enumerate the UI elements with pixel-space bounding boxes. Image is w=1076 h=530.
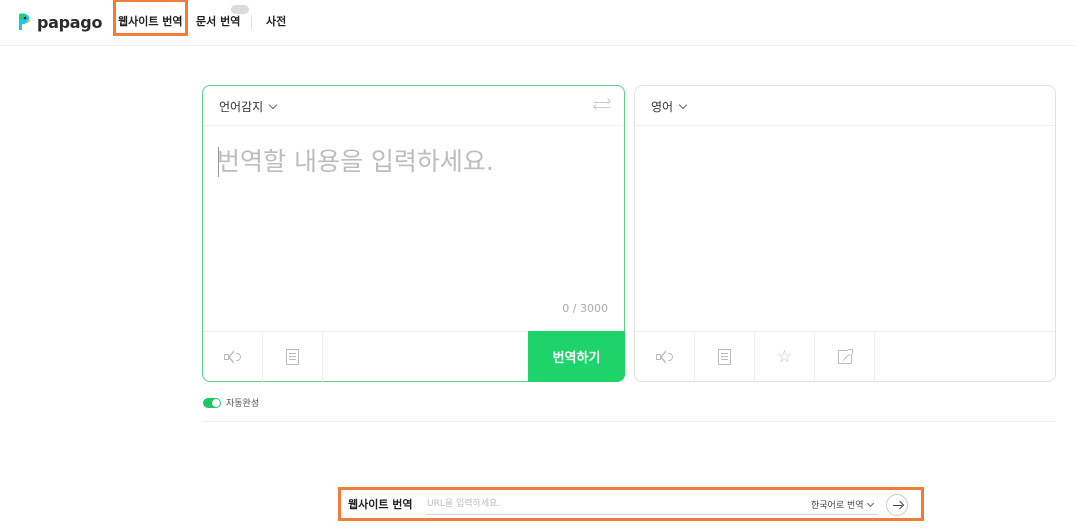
share-button[interactable] bbox=[815, 332, 875, 382]
favorite-button[interactable]: ☆ bbox=[755, 332, 815, 382]
target-panel: 영어 ☆ bbox=[634, 85, 1056, 382]
chevron-down-icon bbox=[866, 499, 874, 507]
translate-button[interactable]: 번역하기 bbox=[528, 331, 625, 382]
website-target-language-select[interactable]: 한국어로 번역 bbox=[811, 498, 874, 511]
website-translate-go-button[interactable] bbox=[886, 494, 908, 516]
nav-highlight-outline bbox=[113, 0, 188, 36]
section-divider bbox=[202, 421, 1056, 422]
target-notebook-button[interactable] bbox=[695, 332, 755, 382]
character-count: 0 / 3000 bbox=[562, 302, 608, 315]
parrot-logo-icon bbox=[16, 12, 32, 32]
website-translate-title: 웹사이트 번역 bbox=[348, 498, 413, 511]
source-listen-button[interactable] bbox=[203, 332, 263, 382]
target-language-select[interactable]: 영어 bbox=[651, 98, 688, 115]
nav-document-translate[interactable]: 문서 번역 bbox=[196, 14, 240, 30]
document-icon bbox=[718, 349, 731, 365]
url-input-underline bbox=[426, 514, 878, 515]
beta-badge-icon bbox=[231, 5, 249, 14]
star-icon: ☆ bbox=[776, 346, 793, 367]
chevron-down-icon bbox=[678, 100, 688, 109]
source-panel: 언어감지 0 / 3000 번역하기 bbox=[202, 85, 625, 382]
url-input[interactable] bbox=[427, 495, 797, 513]
text-cursor bbox=[218, 147, 219, 177]
document-icon bbox=[286, 349, 299, 365]
logo-wordmark: papago bbox=[37, 12, 103, 32]
source-toolbar: 번역하기 bbox=[203, 331, 625, 382]
autocomplete-label: 자동완성 bbox=[226, 399, 260, 409]
speaker-icon bbox=[655, 350, 674, 364]
source-language-label: 언어감지 bbox=[219, 100, 264, 114]
target-language-label: 영어 bbox=[651, 100, 674, 114]
chevron-down-icon bbox=[268, 100, 278, 109]
nav-dictionary[interactable]: 사전 bbox=[266, 14, 286, 30]
papago-logo[interactable]: papago bbox=[16, 10, 102, 34]
source-language-select[interactable]: 언어감지 bbox=[219, 98, 278, 115]
source-notebook-button[interactable] bbox=[263, 332, 323, 382]
website-target-language-label: 한국어로 번역 bbox=[811, 501, 864, 511]
website-translate-bar: 웹사이트 번역 한국어로 번역 bbox=[340, 489, 922, 519]
nav-separator bbox=[251, 15, 252, 29]
source-panel-header: 언어감지 bbox=[203, 86, 624, 126]
target-toolbar: ☆ bbox=[635, 331, 1055, 382]
autocomplete-row: 자동완성 bbox=[203, 396, 259, 409]
target-listen-button[interactable] bbox=[635, 332, 695, 382]
source-text-input[interactable] bbox=[217, 142, 612, 292]
autocomplete-toggle[interactable] bbox=[203, 397, 221, 408]
target-panel-header: 영어 bbox=[635, 86, 1055, 126]
swap-languages-icon[interactable] bbox=[593, 98, 611, 112]
speaker-icon bbox=[223, 350, 242, 364]
share-icon bbox=[837, 349, 853, 364]
